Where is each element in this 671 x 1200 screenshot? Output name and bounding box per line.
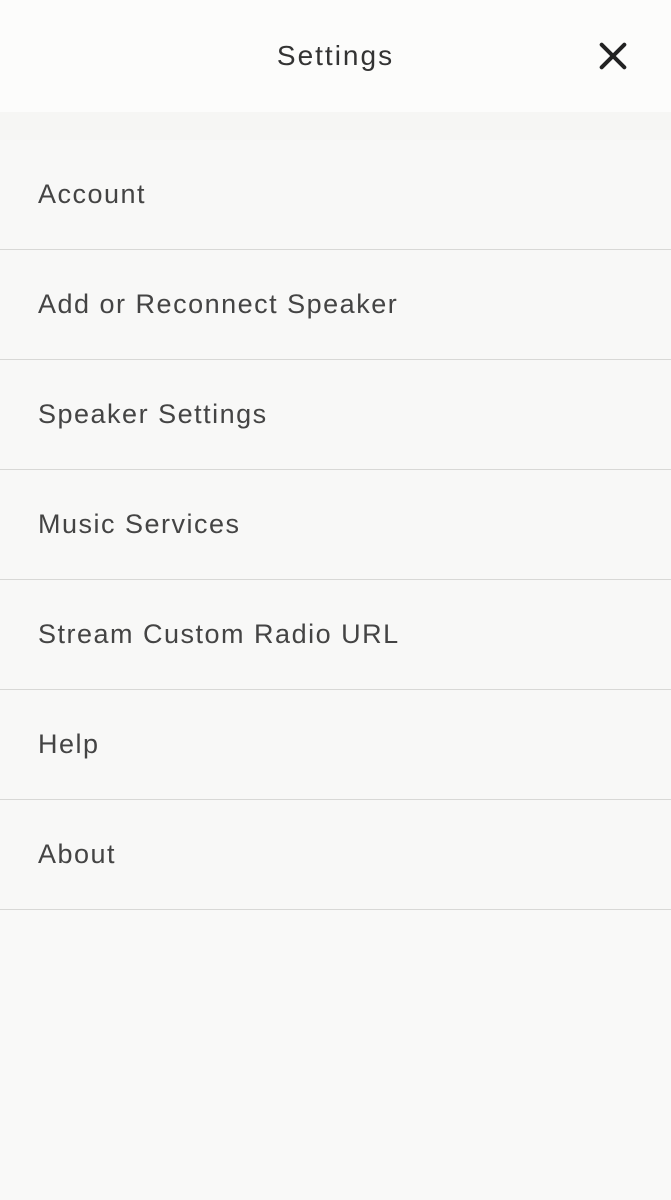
settings-item-about[interactable]: About bbox=[0, 800, 671, 910]
list-item-label: Add or Reconnect Speaker bbox=[38, 289, 398, 320]
list-item-label: Help bbox=[38, 729, 100, 760]
list-item-label: Stream Custom Radio URL bbox=[38, 619, 400, 650]
close-button[interactable] bbox=[593, 36, 633, 76]
settings-item-add-reconnect-speaker[interactable]: Add or Reconnect Speaker bbox=[0, 250, 671, 360]
settings-item-stream-custom-radio[interactable]: Stream Custom Radio URL bbox=[0, 580, 671, 690]
section-spacer bbox=[0, 112, 671, 140]
settings-item-speaker-settings[interactable]: Speaker Settings bbox=[0, 360, 671, 470]
list-item-label: About bbox=[38, 839, 116, 870]
settings-list: Account Add or Reconnect Speaker Speaker… bbox=[0, 140, 671, 910]
list-item-label: Music Services bbox=[38, 509, 241, 540]
settings-item-account[interactable]: Account bbox=[0, 140, 671, 250]
settings-item-music-services[interactable]: Music Services bbox=[0, 470, 671, 580]
page-title: Settings bbox=[277, 40, 394, 72]
settings-header: Settings bbox=[0, 0, 671, 112]
close-icon bbox=[596, 39, 630, 73]
settings-item-help[interactable]: Help bbox=[0, 690, 671, 800]
list-item-label: Account bbox=[38, 179, 146, 210]
list-item-label: Speaker Settings bbox=[38, 399, 268, 430]
